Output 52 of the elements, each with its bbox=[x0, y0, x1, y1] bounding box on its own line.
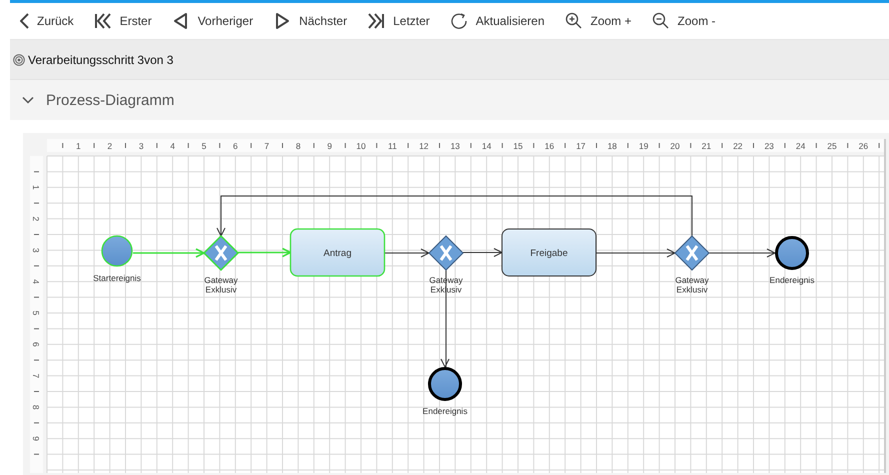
ruler-number: 14 bbox=[482, 141, 492, 151]
ruler-number: 4 bbox=[31, 279, 41, 284]
ruler-number: 6 bbox=[31, 342, 41, 347]
panel-title: Prozess-Diagramm bbox=[46, 92, 174, 108]
ruler-number: 24 bbox=[796, 141, 806, 151]
ruler-number: 17 bbox=[576, 141, 586, 151]
toolbar-button[interactable]: Vorheriger bbox=[166, 8, 260, 34]
ruler-number: 21 bbox=[702, 141, 712, 151]
toolbar-button[interactable]: Erster bbox=[88, 8, 158, 34]
node-label: Endereignis bbox=[422, 406, 468, 416]
ruler-number: 5 bbox=[31, 310, 41, 316]
ruler-number: 9 bbox=[31, 436, 41, 441]
ruler-number: 8 bbox=[296, 141, 301, 151]
ruler-number: 3 bbox=[138, 141, 144, 151]
toolbar-button[interactable]: Zoom - bbox=[646, 8, 722, 34]
task-label: Freigabe bbox=[530, 248, 568, 259]
node-label: Gateway Exklusiv bbox=[675, 275, 709, 294]
ruler-number: 1 bbox=[31, 185, 41, 190]
ruler-number: 23 bbox=[764, 141, 774, 151]
toolbar-button[interactable]: Nächster bbox=[267, 8, 354, 34]
toolbar-button[interactable]: Zurück bbox=[14, 9, 80, 33]
ruler-number: 6 bbox=[233, 141, 238, 151]
task-label: Antrag bbox=[324, 248, 352, 259]
toolbar-button[interactable]: Zoom + bbox=[558, 8, 638, 34]
ruler-number: 18 bbox=[607, 141, 617, 151]
ruler-number: 20 bbox=[670, 141, 680, 151]
ruler-number: 22 bbox=[733, 141, 743, 151]
ruler-number: 16 bbox=[544, 141, 554, 151]
node-label: Startereignis bbox=[93, 273, 141, 283]
ruler-number: 7 bbox=[31, 373, 41, 378]
ruler-number: 2 bbox=[31, 216, 41, 222]
ruler-number: 2 bbox=[107, 141, 112, 151]
ruler-number: 13 bbox=[450, 141, 460, 151]
ruler-number: 1 bbox=[76, 141, 81, 151]
ruler-number: 7 bbox=[264, 141, 270, 151]
node-label: Gateway Exklusiv bbox=[204, 275, 238, 294]
ruler-number: 9 bbox=[327, 141, 332, 151]
ruler-number: 10 bbox=[356, 141, 366, 151]
ruler-number: 8 bbox=[31, 404, 41, 410]
node-label: Endereignis bbox=[770, 275, 814, 285]
toolbar-button[interactable]: Aktualisieren bbox=[444, 8, 550, 34]
ruler-number: 5 bbox=[202, 141, 206, 151]
ruler-number: 15 bbox=[513, 141, 523, 151]
ruler-number: 11 bbox=[388, 141, 397, 151]
ruler-number: 25 bbox=[827, 141, 837, 151]
ruler-number: 12 bbox=[419, 141, 429, 151]
step-text: Verarbeitungsschritt 3von 3 bbox=[28, 52, 174, 66]
toolbar-button[interactable]: Letzter bbox=[361, 8, 436, 34]
ruler-number: 3 bbox=[31, 248, 41, 253]
ruler-number: 26 bbox=[858, 141, 868, 151]
ruler-number: 4 bbox=[170, 141, 175, 151]
ruler-number: 19 bbox=[638, 141, 648, 151]
